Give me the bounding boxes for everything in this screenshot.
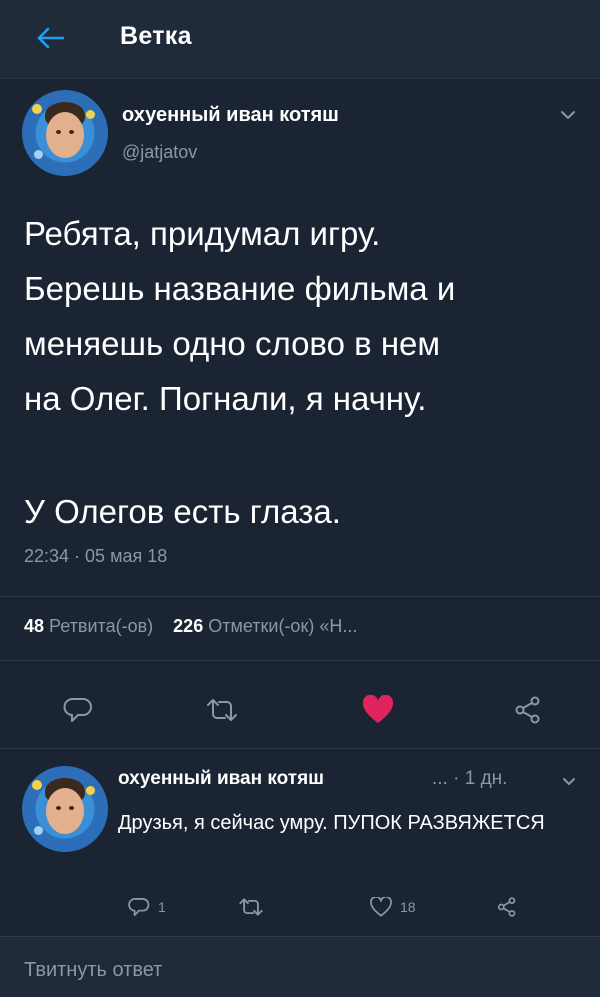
reply-share-button[interactable]: [494, 894, 520, 920]
avatar[interactable]: [22, 766, 108, 852]
reply-composer[interactable]: Твитнуть ответ: [0, 936, 600, 997]
reply-reply-button[interactable]: [126, 894, 152, 920]
tweet-text-line: Берешь название фильма и: [24, 270, 456, 307]
retweets-label: Ретвита(-ов): [49, 616, 154, 636]
tweet-stats[interactable]: 48 Ретвита(-ов) 226 Отметки(-ок) «Н...: [24, 616, 357, 637]
top-bar: Ветка: [0, 0, 600, 79]
retweet-icon: [207, 699, 237, 721]
page-title: Ветка: [120, 22, 192, 50]
share-icon: [515, 696, 540, 724]
heart-outline-icon: [370, 897, 392, 917]
tweet-text-line: меняешь одно слово в нем: [24, 325, 441, 362]
tweet-text-line: Ребята, придумал игру.: [24, 215, 381, 252]
chevron-down-icon[interactable]: [562, 774, 576, 792]
tweet-text: Ребята, придумал игру. Берешь название ф…: [24, 206, 584, 539]
share-icon: [497, 897, 516, 917]
author-name[interactable]: охуенный иван котяш: [122, 104, 339, 127]
reply-text: Друзья, я сейчас умру. ПУПОК РАЗВЯЖЕТСЯ: [118, 812, 545, 834]
divider: [0, 660, 600, 661]
reply-composer-placeholder[interactable]: Твитнуть ответ: [24, 959, 162, 982]
avatar[interactable]: [22, 90, 108, 176]
like-button[interactable]: [356, 688, 400, 732]
stats-tail: «Н...: [319, 616, 358, 636]
likes-count: 226: [173, 616, 204, 636]
retweets-count: 48: [24, 616, 45, 636]
chevron-down-icon[interactable]: [560, 108, 576, 126]
reply-retweet-button[interactable]: [236, 894, 266, 920]
reply-icon: [63, 698, 92, 722]
tweet-timestamp[interactable]: 22:34 · 05 мая 18: [24, 546, 167, 567]
reply-icon: [128, 898, 150, 916]
author-handle[interactable]: @jatjatov: [122, 142, 197, 163]
divider: [0, 596, 600, 597]
reply-button[interactable]: [58, 690, 98, 730]
share-button[interactable]: [508, 690, 548, 730]
reply-meta: ... · 1 дн.: [432, 768, 508, 789]
reply-like-button[interactable]: [368, 894, 394, 920]
tweet-text-line: У Олегов есть глаза.: [24, 493, 341, 530]
reply-count: 1: [158, 899, 166, 915]
reply-author-name[interactable]: охуенный иван котяш: [118, 768, 324, 790]
tweet-text-line: на Олег. Погнали, я начну.: [24, 380, 427, 417]
likes-label: Отметки(-ок): [208, 616, 315, 636]
retweet-button[interactable]: [200, 690, 244, 730]
back-button[interactable]: [28, 18, 72, 58]
like-count: 18: [400, 899, 416, 915]
arrow-left-icon: [37, 27, 65, 49]
retweet-icon: [239, 898, 263, 916]
divider: [0, 748, 600, 749]
heart-icon: [362, 695, 394, 723]
